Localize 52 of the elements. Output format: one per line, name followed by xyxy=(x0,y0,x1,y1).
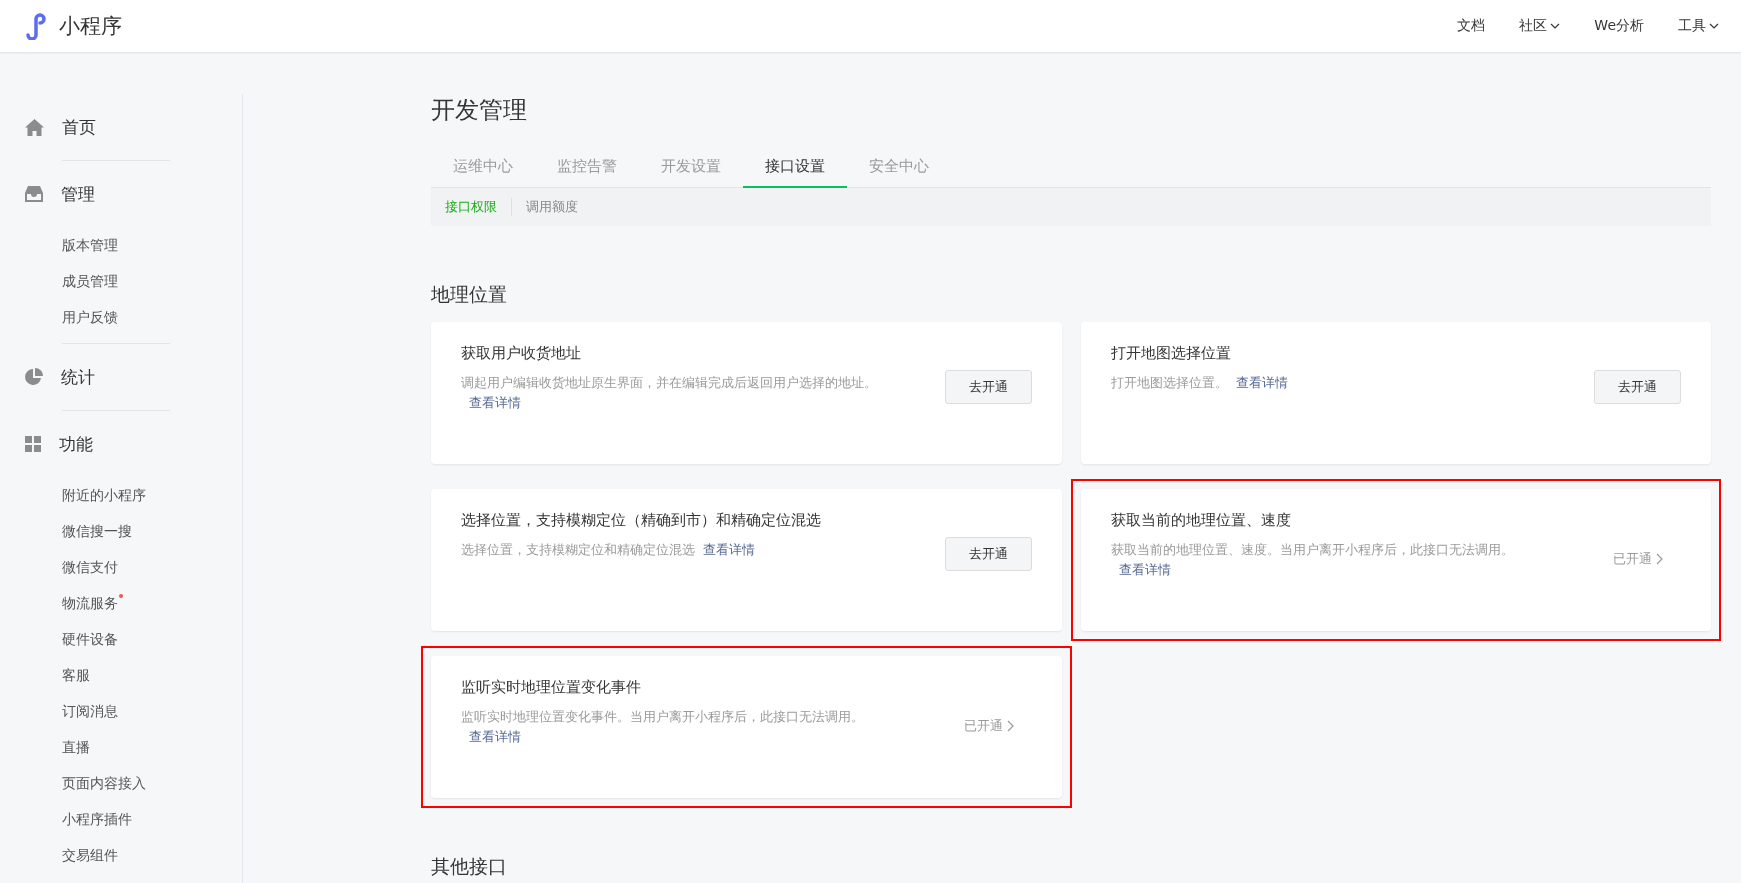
page-title: 开发管理 xyxy=(431,95,528,126)
details-link[interactable]: 查看详情 xyxy=(469,729,521,744)
sidebar-group[interactable]: 统计 xyxy=(61,365,95,389)
details-link[interactable]: 查看详情 xyxy=(1118,562,1171,577)
details-link[interactable]: 查看详情 xyxy=(703,542,755,557)
sidebar-item[interactable]: 版本管理 xyxy=(62,227,118,263)
card-description: 调起用户编辑收货地址原生界面，并在编辑完成后返回用户选择的地址。 查看详情 xyxy=(461,374,878,412)
sidebar-item[interactable]: 物流服务 xyxy=(62,585,118,621)
card-description: 选择位置，支持模糊定位和精确定位混选 查看详情 xyxy=(461,541,756,559)
sidebar-group[interactable]: 管理 xyxy=(61,182,95,206)
card-title: 获取用户收货地址 xyxy=(461,344,582,363)
chevron-right-icon xyxy=(1656,553,1663,565)
nav-link[interactable]: We分析 xyxy=(1594,17,1644,35)
card-title: 打开地图选择位置 xyxy=(1110,344,1232,363)
sidebar-item[interactable]: 微信支付 xyxy=(62,549,118,585)
enable-button[interactable]: 去开通 xyxy=(1594,370,1681,404)
nav-link[interactable]: 工具 xyxy=(1678,17,1719,35)
nav-link[interactable]: 文档 xyxy=(1457,17,1486,35)
sidebar-item[interactable]: 成员管理 xyxy=(62,263,118,299)
logo-text: 小程序 xyxy=(59,13,122,40)
card-title: 选择位置，支持模糊定位（精确到市）和精确定位混选 xyxy=(461,511,822,530)
sidebar-item[interactable]: 硬件设备 xyxy=(62,621,118,657)
card-description: 获取当前的地理位置、速度。当用户离开小程序后，此接口无法调用。 查看详情 xyxy=(1110,541,1515,579)
grid-icon xyxy=(25,436,41,452)
nav-link[interactable]: 社区 xyxy=(1519,17,1561,35)
enable-button[interactable]: 去开通 xyxy=(944,537,1032,571)
sidebar-item[interactable]: 微信搜一搜 xyxy=(62,513,132,549)
sidebar-item[interactable]: 订阅消息 xyxy=(62,693,118,729)
card-description: 监听实时地理位置变化事件。当用户离开小程序后，此接口无法调用。 查看详情 xyxy=(461,708,865,746)
sidebar-item[interactable]: 交易组件 xyxy=(62,837,118,873)
sidebar-item[interactable]: 用户反馈 xyxy=(62,299,118,335)
sidebar-item[interactable]: 客服 xyxy=(62,657,90,693)
card-description: 打开地图选择位置。 查看详情 xyxy=(1110,374,1289,392)
card-title: 获取当前的地理位置、速度 xyxy=(1110,511,1292,530)
sidebar-item[interactable]: 附近的小程序 xyxy=(62,477,146,513)
sidebar-group[interactable]: 首页 xyxy=(62,115,96,139)
sidebar-group[interactable]: 功能 xyxy=(59,432,93,456)
chevron-down-icon xyxy=(1550,23,1561,29)
inbox-icon xyxy=(25,186,43,202)
pie-chart-icon xyxy=(25,368,43,386)
section-title: 地理位置 xyxy=(431,282,508,307)
chevron-down-icon xyxy=(1709,23,1719,29)
sidebar-item[interactable]: 页面内容接入 xyxy=(62,765,146,801)
section-title: 其他接口 xyxy=(431,854,508,879)
card-title: 监听实时地理位置变化事件 xyxy=(461,678,642,697)
chevron-right-icon xyxy=(1006,720,1014,732)
home-icon xyxy=(25,118,44,136)
enable-button[interactable]: 去开通 xyxy=(944,370,1032,404)
details-link[interactable]: 查看详情 xyxy=(1235,375,1288,390)
details-link[interactable]: 查看详情 xyxy=(469,395,521,410)
sidebar-item[interactable]: 直播 xyxy=(62,729,90,765)
sidebar-item[interactable]: 小程序插件 xyxy=(62,801,132,837)
